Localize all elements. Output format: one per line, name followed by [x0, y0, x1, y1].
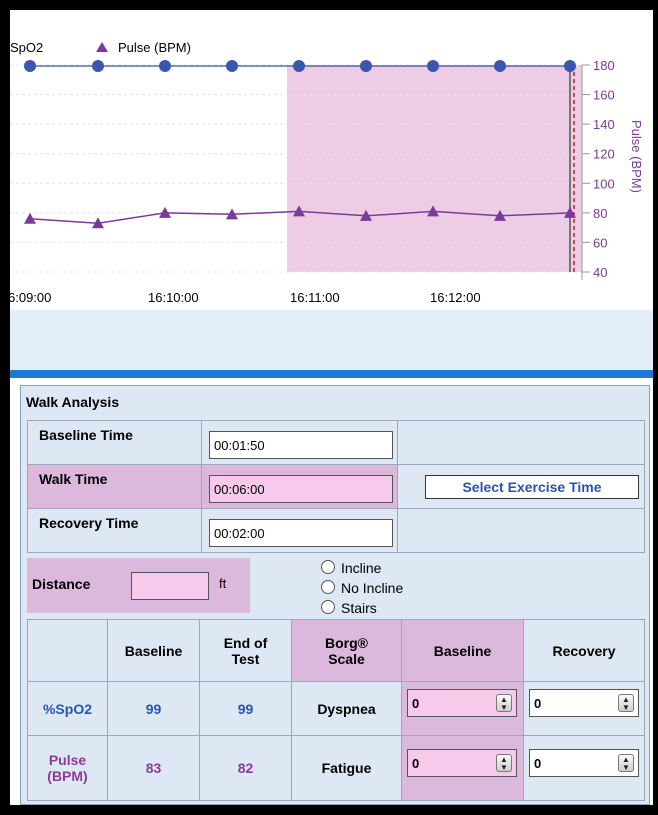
fatigue-baseline-cell: 0 ▲ ▼ — [402, 736, 524, 800]
radio-circle-icon[interactable] — [321, 600, 335, 614]
chart-footer-area — [10, 310, 653, 370]
dyspnea-recovery-cell: 0 ▲ ▼ — [524, 682, 644, 736]
baseline-time-label: Baseline Time — [28, 421, 202, 464]
walk-time-input[interactable]: 00:06:00 — [209, 475, 393, 503]
walk-analysis-panel: Walk Analysis Baseline Time 00:01:50 Wal… — [20, 385, 650, 805]
recovery-time-row: Recovery Time 00:02:00 — [28, 509, 644, 553]
right-axis-label: Pulse (BPM) — [629, 120, 644, 193]
fatigue-baseline-spinner[interactable]: 0 ▲ ▼ — [407, 749, 517, 777]
spo2-end-value: 99 — [200, 682, 292, 736]
panel-title: Walk Analysis — [26, 394, 120, 410]
select-exercise-time-button[interactable]: Select Exercise Time — [425, 475, 639, 499]
distance-input[interactable] — [131, 572, 209, 600]
row-label-pulse: Pulse (BPM) — [28, 736, 108, 800]
legend-spo2-label: SpO2 — [10, 40, 43, 55]
recovery-time-cell: 00:02:00 — [202, 509, 398, 553]
recovery-time-input[interactable]: 00:02:00 — [209, 519, 393, 547]
distance-section: Distance ft — [27, 558, 250, 613]
dyspnea-baseline-cell: 0 ▲ ▼ — [402, 682, 524, 736]
header-borg-scale: Borg® Scale — [292, 620, 402, 682]
spo2-point — [226, 60, 238, 72]
walk-time-cell: 00:06:00 — [202, 465, 398, 508]
spo2-point — [564, 60, 576, 72]
header-borg-baseline: Baseline — [402, 620, 524, 682]
right-axis-tick-label: 80 — [593, 206, 607, 221]
results-table: Baseline End of Test Borg® Scale Baselin… — [27, 619, 645, 801]
borg-dyspnea-label: Dyspnea — [292, 682, 402, 736]
row-label-spo2: %SpO2 — [28, 682, 108, 736]
distance-label: Distance — [32, 576, 91, 592]
pulse-baseline-value: 83 — [108, 736, 200, 800]
x-axis-tick-label: 16:10:00 — [148, 290, 199, 305]
radio-incline[interactable]: Incline — [321, 558, 471, 578]
spinner-arrows-icon[interactable]: ▲ ▼ — [618, 754, 634, 772]
spo2-point — [92, 60, 104, 72]
fatigue-recovery-spinner[interactable]: 0 ▲ ▼ — [529, 749, 639, 777]
header-end-of-test: End of Test — [200, 620, 292, 682]
radio-no-incline[interactable]: No Incline — [321, 578, 471, 598]
header-recovery: Recovery — [524, 620, 644, 682]
spinner-value: 0 — [412, 696, 420, 711]
spinner-value: 0 — [534, 756, 542, 771]
header-baseline: Baseline — [108, 620, 200, 682]
dyspnea-baseline-spinner[interactable]: 0 ▲ ▼ — [407, 689, 517, 717]
baseline-time-row: Baseline Time 00:01:50 — [28, 421, 644, 465]
pulse-end-value: 82 — [200, 736, 292, 800]
spo2-point — [427, 60, 439, 72]
radio-no-incline-label: No Incline — [341, 580, 404, 596]
spo2-point — [494, 60, 506, 72]
borg-fatigue-label: Fatigue — [292, 736, 402, 800]
panel-divider-bar — [10, 370, 653, 378]
recovery-time-label: Recovery Time — [28, 509, 202, 553]
pulse-point — [24, 212, 36, 224]
spinner-arrows-icon[interactable]: ▲ ▼ — [496, 754, 512, 772]
spinner-value: 0 — [412, 756, 420, 771]
radio-stairs[interactable]: Stairs — [321, 598, 471, 618]
spo2-point — [159, 60, 171, 72]
right-axis-tick-label: 160 — [593, 88, 615, 103]
spinner-arrows-icon[interactable]: ▲ ▼ — [496, 694, 512, 712]
right-axis-tick-label: 40 — [593, 265, 607, 280]
right-axis-tick-label: 120 — [593, 147, 615, 162]
radio-stairs-label: Stairs — [341, 600, 377, 616]
fatigue-recovery-cell: 0 ▲ ▼ — [524, 736, 644, 800]
radio-incline-label: Incline — [341, 560, 382, 576]
spinner-value: 0 — [534, 696, 542, 711]
time-settings-table: Baseline Time 00:01:50 Walk Time 00:06:0… — [27, 420, 645, 553]
right-axis-tick-label: 140 — [593, 117, 615, 132]
spinner-arrows-icon[interactable]: ▲ ▼ — [618, 694, 634, 712]
trend-chart: SpO2 Pulse (BPM) 40 60 80 100 120 140 160 180 Puls… — [10, 10, 653, 310]
radio-circle-icon[interactable] — [321, 580, 335, 594]
spo2-point — [293, 60, 305, 72]
table-corner-cell — [28, 620, 108, 682]
legend-pulse-label: Pulse (BPM) — [118, 40, 191, 55]
x-axis-tick-label: 6:09:00 — [10, 290, 51, 305]
dyspnea-recovery-spinner[interactable]: 0 ▲ ▼ — [529, 689, 639, 717]
legend-pulse-marker — [96, 42, 108, 52]
walk-time-row: Walk Time 00:06:00 Select Exercise Time — [28, 465, 644, 509]
walk-time-label: Walk Time — [28, 465, 202, 508]
walk-highlight-region — [287, 65, 582, 272]
x-axis-tick-label: 16:11:00 — [290, 290, 340, 305]
baseline-time-cell: 00:01:50 — [202, 421, 398, 464]
radio-circle-icon[interactable] — [321, 560, 335, 574]
distance-unit: ft — [219, 576, 227, 591]
chart-svg: SpO2 Pulse (BPM) 40 60 80 100 120 140 160 180 Puls… — [10, 40, 644, 305]
spo2-point — [360, 60, 372, 72]
baseline-time-input[interactable]: 00:01:50 — [209, 431, 393, 459]
spo2-baseline-value: 99 — [108, 682, 200, 736]
right-axis-tick-label: 60 — [593, 235, 607, 250]
right-axis-tick-label: 100 — [593, 176, 615, 191]
x-axis-tick-label: 16:12:00 — [430, 290, 481, 305]
right-axis-tick-label: 180 — [593, 58, 615, 73]
spo2-point — [24, 60, 36, 72]
